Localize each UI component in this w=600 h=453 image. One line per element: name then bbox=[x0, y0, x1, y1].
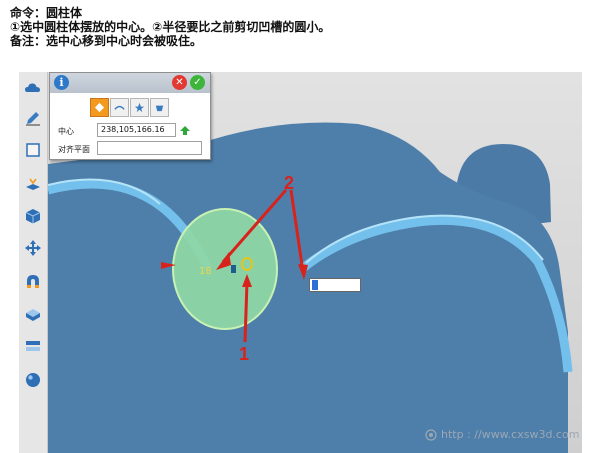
snap-handle[interactable] bbox=[231, 265, 236, 273]
app-window: 2 1 18 http : //www.cxsw3d.com i ✕ ✓ 中心 … bbox=[19, 72, 582, 453]
cube-icon[interactable] bbox=[23, 206, 43, 226]
mode-star-button[interactable] bbox=[130, 98, 149, 117]
watermark-text: http : //www.cxsw3d.com bbox=[441, 428, 580, 441]
layer-icon[interactable] bbox=[23, 336, 43, 356]
star-mode-icon bbox=[134, 102, 145, 113]
instruction-notes: 命令：圆柱体 ①选中圆柱体摆放的中心。②半径要比之前剪切凹槽的圆小。 备注：选中… bbox=[10, 6, 590, 48]
callout-label-1: 1 bbox=[239, 344, 249, 364]
mode-surface-button[interactable] bbox=[110, 98, 129, 117]
pen-icon[interactable] bbox=[23, 108, 43, 128]
note-command: 命令：圆柱体 bbox=[10, 6, 83, 20]
align-plane-label: 对齐平面 bbox=[58, 145, 90, 154]
left-toolbar bbox=[19, 72, 48, 453]
confirm-button[interactable]: ✓ bbox=[190, 75, 205, 90]
cylinder-panel: i ✕ ✓ 中心 238,105,166.16 对齐平面 bbox=[49, 72, 211, 160]
diamond-icon bbox=[94, 102, 105, 113]
close-button[interactable]: ✕ bbox=[172, 75, 187, 90]
panel-header: i ✕ ✓ bbox=[50, 73, 210, 93]
surface-mode-icon bbox=[114, 105, 125, 110]
text-caret bbox=[312, 280, 318, 290]
upload-arrow-icon[interactable] bbox=[179, 125, 191, 137]
info-icon[interactable]: i bbox=[54, 75, 69, 90]
cup-mode-icon bbox=[155, 105, 164, 112]
stack-icon[interactable] bbox=[23, 174, 43, 194]
radius-input[interactable] bbox=[309, 278, 361, 292]
center-input[interactable]: 238,105,166.16 bbox=[97, 123, 176, 137]
note-remark: 备注：选中心移到中心时会被吸住。 bbox=[10, 34, 203, 48]
mode-point-button[interactable] bbox=[90, 98, 109, 117]
cylinder-preview bbox=[172, 208, 278, 330]
mode-cup-button[interactable] bbox=[150, 98, 169, 117]
align-plane-input[interactable] bbox=[97, 141, 202, 155]
watermark: http : //www.cxsw3d.com bbox=[425, 428, 579, 441]
callout-label-2: 2 bbox=[284, 173, 294, 193]
surface-icon[interactable] bbox=[23, 304, 43, 324]
move-icon[interactable] bbox=[23, 238, 43, 258]
center-label: 中心 bbox=[58, 127, 74, 136]
sphere-icon[interactable] bbox=[23, 370, 43, 390]
magnet-icon[interactable] bbox=[23, 272, 43, 292]
square-icon[interactable] bbox=[23, 140, 43, 160]
callout-arrow-1 bbox=[243, 281, 249, 343]
dimension-label: 18 bbox=[199, 266, 212, 277]
note-steps: ①选中圆柱体摆放的中心。②半径要比之前剪切凹槽的圆小。 bbox=[10, 20, 331, 34]
watermark-logo-icon bbox=[425, 429, 437, 441]
cloud-icon[interactable] bbox=[23, 78, 43, 98]
